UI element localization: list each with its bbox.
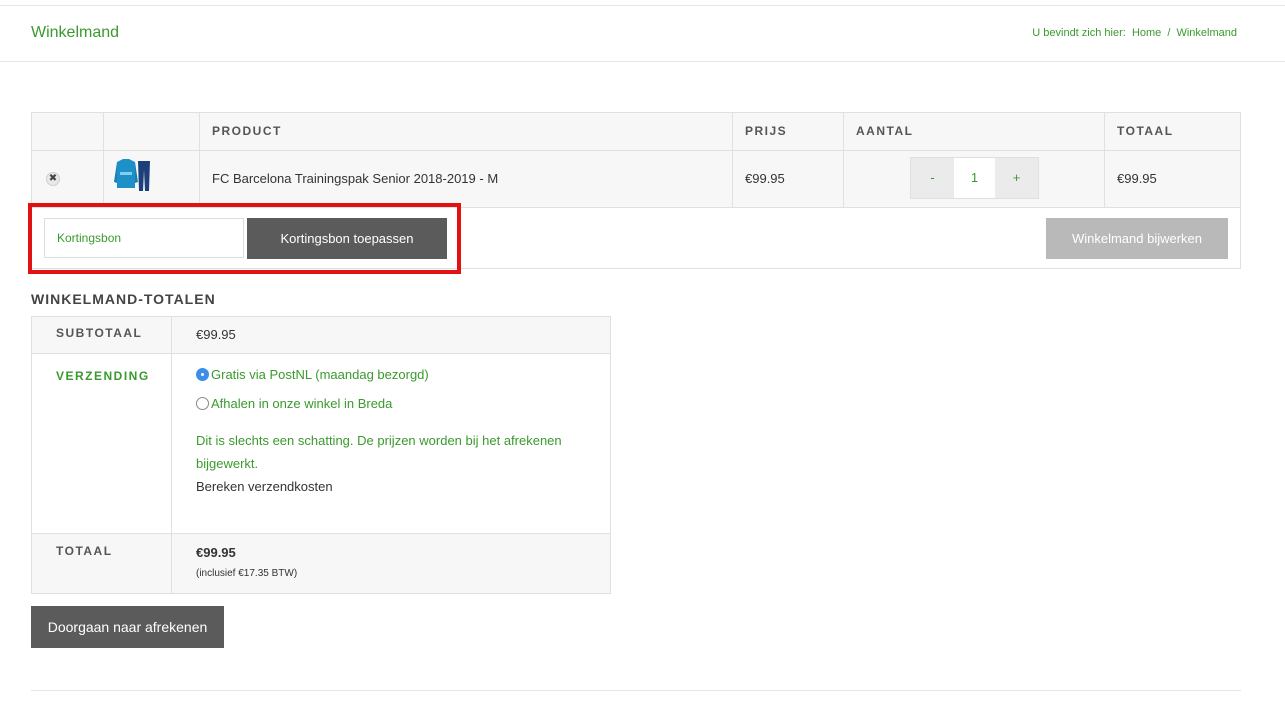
radio-selected-icon[interactable]	[196, 368, 209, 381]
quantity-input[interactable]: 1	[954, 158, 995, 198]
coupon-highlight-box	[28, 203, 461, 274]
subtotal-value: €99.95	[196, 327, 236, 342]
header-divider	[0, 61, 1285, 62]
col-remove-header	[32, 113, 104, 150]
proceed-to-checkout-button[interactable]: Doorgaan naar afrekenen	[31, 606, 224, 648]
subtotal-label: SUBTOTAAL	[32, 317, 172, 353]
col-quantity-header: AANTAL	[844, 113, 1105, 150]
quantity-increase-button[interactable]: +	[995, 158, 1038, 198]
col-product-header: PRODUCT	[200, 113, 733, 150]
cart-item-row: ✖ FC Barcelona Trainingspak Senior 2018-…	[32, 151, 1240, 208]
cart-header-row: PRODUCT PRIJS AANTAL TOTAAL	[32, 113, 1240, 151]
page-title: Winkelmand	[31, 24, 120, 41]
col-total-header: TOTAAL	[1117, 124, 1174, 138]
update-cart-button[interactable]: Winkelmand bijwerken	[1046, 218, 1228, 259]
quantity-decrease-button[interactable]: -	[911, 158, 954, 198]
total-amount: €99.95	[196, 545, 236, 560]
remove-cell: ✖	[32, 151, 104, 207]
thumbnail-cell	[104, 151, 200, 207]
calculate-shipping-link[interactable]: Bereken verzendkosten	[196, 475, 610, 498]
shipping-label: VERZENDING	[32, 354, 172, 533]
shipping-options: Gratis via PostNL (maandag bezorgd) Afha…	[172, 354, 610, 533]
product-line-total: €99.95	[1117, 171, 1157, 186]
total-row: TOTAAL €99.95 (inclusief €17.35 BTW)	[32, 534, 610, 593]
shipping-estimate-note: Dit is slechts een schatting. De prijzen…	[196, 433, 562, 471]
col-thumbnail-header	[104, 113, 200, 150]
shipping-option-postnl[interactable]: Gratis via PostNL (maandag bezorgd)	[196, 367, 610, 382]
shipping-option-pickup[interactable]: Afhalen in onze winkel in Breda	[196, 396, 610, 411]
breadcrumb: U bevindt zich hier: Home / Winkelmand	[1032, 27, 1237, 39]
breadcrumb-current-link[interactable]: Winkelmand	[1176, 27, 1237, 39]
product-thumbnail[interactable]	[114, 158, 150, 192]
subtotal-row: SUBTOTAAL €99.95	[32, 317, 610, 354]
close-icon[interactable]: ✖	[46, 172, 60, 186]
product-name-link[interactable]: FC Barcelona Trainingspak Senior 2018-20…	[200, 151, 733, 207]
product-price: €99.95	[733, 151, 844, 207]
bottom-divider	[31, 690, 1241, 691]
total-tax-note: (inclusief €17.35 BTW)	[196, 568, 298, 579]
radio-unselected-icon[interactable]	[196, 397, 209, 410]
col-price-header: PRIJS	[733, 113, 844, 150]
breadcrumb-home-link[interactable]: Home	[1132, 27, 1161, 39]
shipping-option-label: Gratis via PostNL (maandag bezorgd)	[211, 367, 429, 382]
breadcrumb-separator: /	[1167, 27, 1171, 39]
cart-totals-table: SUBTOTAAL €99.95 VERZENDING Gratis via P…	[31, 316, 611, 594]
quantity-stepper: - 1 +	[910, 157, 1039, 199]
top-divider	[0, 5, 1285, 6]
total-value-cell: €99.95 (inclusief €17.35 BTW)	[172, 534, 610, 593]
cart-totals-title: WINKELMAND-TOTALEN	[31, 291, 216, 307]
total-label: TOTAAL	[32, 534, 172, 593]
shipping-row: VERZENDING Gratis via PostNL (maandag be…	[32, 354, 610, 534]
breadcrumb-prefix: U bevindt zich hier:	[1032, 27, 1126, 39]
shipping-option-label: Afhalen in onze winkel in Breda	[211, 396, 393, 411]
quantity-cell: - 1 +	[844, 151, 1105, 207]
